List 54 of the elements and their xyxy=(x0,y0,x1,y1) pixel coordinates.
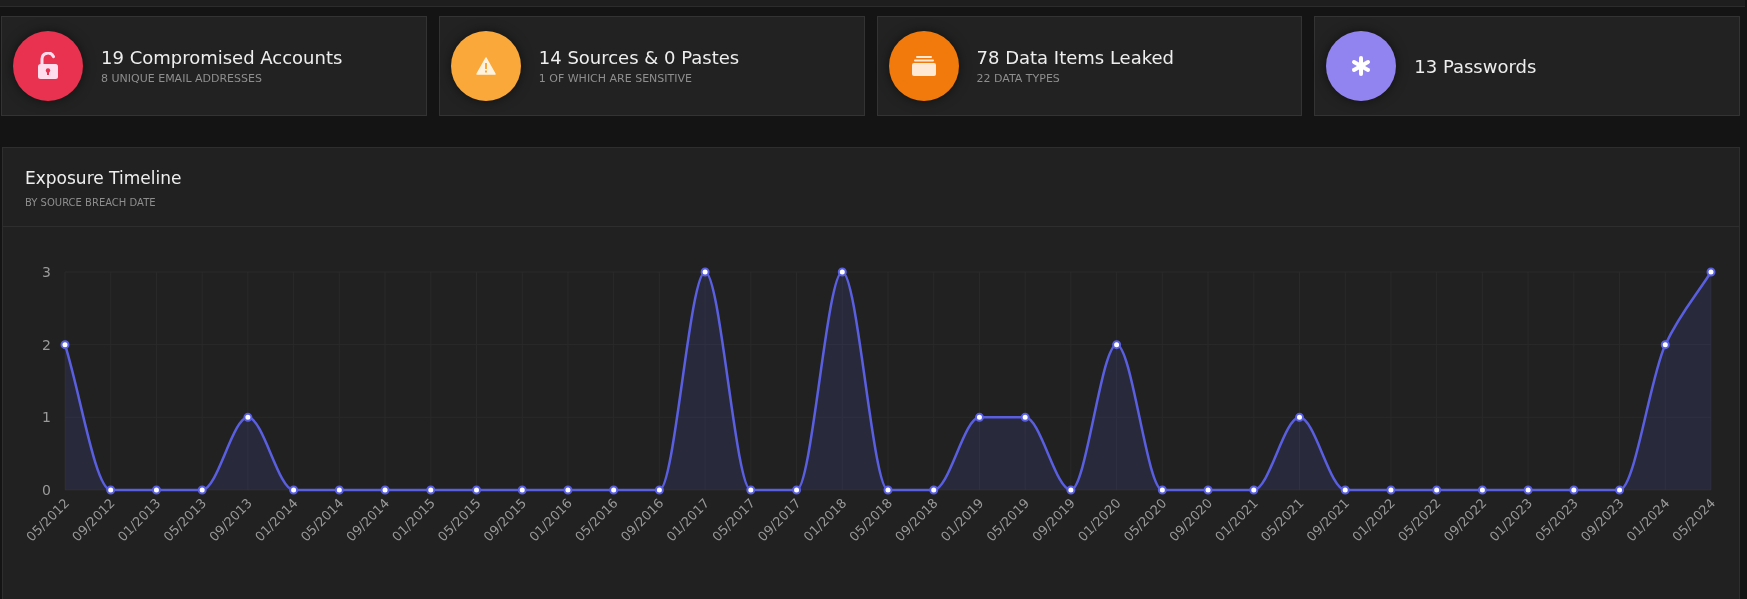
y-axis-label: 2 xyxy=(42,336,51,353)
data-point xyxy=(1020,412,1030,422)
data-point xyxy=(1432,485,1442,495)
y-axis-label: 1 xyxy=(42,409,51,426)
data-point xyxy=(1386,485,1396,495)
data-point xyxy=(1066,485,1076,495)
data-point xyxy=(380,485,390,495)
data-point xyxy=(1112,340,1122,350)
data-point xyxy=(1249,485,1259,495)
stat-title: 78 Data Items Leaked xyxy=(976,47,1174,68)
unlocked-padlock-icon xyxy=(36,52,60,80)
y-axis-label: 3 xyxy=(42,264,51,280)
data-point xyxy=(243,412,253,422)
data-point xyxy=(1523,485,1533,495)
stat-title: 13 Passwords xyxy=(1414,55,1537,77)
data-point xyxy=(1660,340,1670,350)
data-point xyxy=(106,485,116,495)
data-point xyxy=(60,340,70,350)
data-point xyxy=(1203,485,1213,495)
data-point xyxy=(1706,267,1716,277)
panel-subtitle: BY SOURCE BREACH DATE xyxy=(25,197,157,208)
data-point xyxy=(654,485,664,495)
data-point xyxy=(517,485,527,495)
data-point xyxy=(1295,412,1304,422)
data-point xyxy=(1569,485,1579,495)
data-point xyxy=(472,485,481,495)
data-point xyxy=(426,485,436,495)
data-point xyxy=(563,485,573,495)
data-point xyxy=(289,485,299,495)
data-point xyxy=(746,485,756,495)
data-point xyxy=(151,485,161,495)
data-point xyxy=(883,485,893,495)
data-point xyxy=(929,485,939,495)
data-point xyxy=(792,485,802,495)
data-point xyxy=(197,485,207,495)
data-point xyxy=(1340,485,1350,495)
data-point xyxy=(974,412,984,422)
data-point xyxy=(1477,485,1487,495)
asterisk-icon xyxy=(1351,56,1372,76)
data-point xyxy=(700,267,710,277)
stat-title: 19 Compromised Accounts xyxy=(101,47,343,68)
data-point xyxy=(837,267,847,277)
stat-subtitle: 8 UNIQUE EMAIL ADDRESSES xyxy=(101,72,263,85)
stat-subtitle: 22 DATA TYPES xyxy=(976,72,1061,85)
panel-title: Exposure Timeline xyxy=(25,168,183,188)
data-point xyxy=(609,485,619,495)
y-axis-label: 0 xyxy=(42,482,51,498)
warning-icon xyxy=(475,57,496,75)
stat-title: 14 Sources & 0 Pastes xyxy=(538,47,740,68)
stacked-cards-icon xyxy=(911,56,936,76)
data-point xyxy=(1157,485,1167,495)
data-point xyxy=(1615,485,1625,495)
stat-subtitle: 1 OF WHICH ARE SENSITIVE xyxy=(538,72,693,85)
data-point xyxy=(334,485,344,495)
